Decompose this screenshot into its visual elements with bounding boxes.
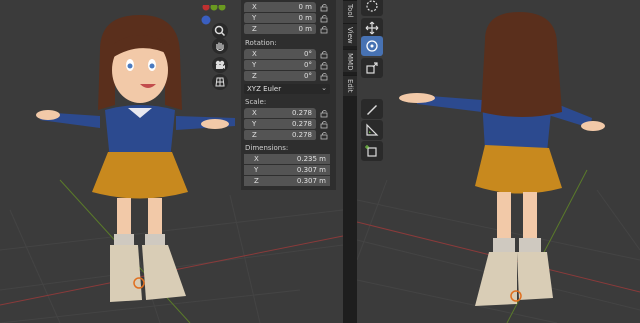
tab-label: Edit: [346, 79, 354, 93]
annotate-icon: [367, 105, 377, 115]
grid-icon: [215, 77, 225, 87]
cursor-tool[interactable]: [361, 0, 383, 16]
axis-label: Z: [252, 25, 257, 33]
field-value: 0.307 m: [296, 177, 326, 185]
perspective-button[interactable]: [212, 74, 228, 90]
rotate-tool[interactable]: [361, 36, 383, 56]
scale-y-field[interactable]: Y 0.278: [244, 119, 316, 129]
tab-label: MMD: [346, 53, 354, 71]
add-cube-tool[interactable]: [361, 141, 383, 161]
character-back-view: [399, 12, 605, 306]
axis-label: Z: [252, 72, 257, 80]
camera-icon: [215, 60, 225, 69]
hand-icon: [216, 42, 224, 52]
rotate-icon: [366, 40, 378, 52]
tab-tool[interactable]: Tool: [343, 0, 357, 23]
tab-view[interactable]: View: [343, 23, 357, 46]
field-value: 0 m: [298, 25, 313, 33]
cursor-icon: [366, 0, 378, 12]
annotate-tool[interactable]: [361, 99, 383, 119]
axis-label: Y: [252, 61, 257, 69]
n-panel: X0 m Y0 m Z0 m Rotation: X 0° Y 0° Z 0° XYZ…: [241, 0, 336, 190]
scale-z-field[interactable]: Z 0.278: [244, 130, 316, 140]
lock-icon[interactable]: [320, 72, 329, 81]
axis-label: X: [252, 109, 257, 117]
rotation-z-field[interactable]: Z 0°: [244, 71, 316, 81]
field-value: 0°: [304, 72, 312, 80]
location-x-field[interactable]: X 0 m: [244, 2, 316, 12]
axis-label: Y: [254, 166, 259, 174]
camera-button[interactable]: [212, 57, 228, 73]
field-value: 0.235 m: [296, 155, 326, 163]
lock-icon[interactable]: [320, 120, 329, 129]
lock-icon[interactable]: [320, 109, 329, 118]
lock-icon[interactable]: [320, 3, 329, 12]
scale-label: Scale:: [245, 98, 267, 106]
tab-edit[interactable]: Edit: [343, 75, 357, 96]
scale-tool[interactable]: [361, 58, 383, 78]
scale-x-field[interactable]: X 0.278: [244, 108, 316, 118]
dimensions-x-field[interactable]: X 0.235 m: [244, 154, 330, 164]
axis-label: X: [254, 155, 259, 163]
magnifier-icon: [214, 25, 226, 37]
lock-icon[interactable]: [320, 50, 329, 59]
field-value: 0.278: [291, 109, 312, 117]
rotation-mode-dropdown[interactable]: XYZ Euler ⌄: [244, 84, 330, 94]
field-value: 0.278: [291, 120, 312, 128]
location-y-field[interactable]: Y 0 m: [244, 13, 316, 23]
field-value: 0°: [304, 61, 312, 69]
move-icon: [365, 21, 379, 35]
field-value: 0 m: [298, 3, 313, 11]
rotation-y-field[interactable]: Y 0°: [244, 60, 316, 70]
field-value: 0.278: [291, 131, 312, 139]
axis-gizmo-z[interactable]: [200, 11, 212, 30]
field-value: 0 m: [298, 14, 313, 22]
zoom-button[interactable]: [212, 23, 228, 39]
dimensions-label: Dimensions:: [245, 144, 289, 152]
sidebar-tabs: Tool View MMD Edit: [343, 0, 357, 323]
tab-label: Tool: [346, 4, 354, 18]
location-z-field[interactable]: Z 0 m: [244, 24, 316, 34]
move-tool[interactable]: [361, 18, 383, 38]
axis-gizmo[interactable]: [188, 0, 228, 11]
measure-icon: [366, 123, 379, 136]
rotation-x-field[interactable]: X 0°: [244, 49, 316, 59]
scale-icon: [366, 62, 378, 74]
rotation-label: Rotation:: [245, 39, 277, 47]
axis-label: Z: [254, 177, 259, 185]
dimensions-y-field[interactable]: Y 0.307 m: [244, 165, 330, 175]
pan-button[interactable]: [212, 38, 228, 54]
tab-mmd[interactable]: MMD: [343, 49, 357, 72]
lock-icon[interactable]: [320, 14, 329, 23]
viewport-right[interactable]: [357, 0, 640, 323]
axis-label: X: [252, 3, 257, 11]
viewport-left[interactable]: X0 m Y0 m Z0 m Rotation: X 0° Y 0° Z 0° XYZ…: [0, 0, 343, 323]
lock-icon[interactable]: [320, 61, 329, 70]
axis-label: Y: [252, 14, 257, 22]
lock-icon[interactable]: [320, 25, 329, 34]
add-cube-icon: [365, 145, 377, 157]
tab-label: View: [346, 27, 354, 44]
dimensions-z-field[interactable]: Z 0.307 m: [244, 176, 330, 186]
axis-label: Y: [252, 120, 257, 128]
field-value: 0°: [304, 50, 312, 58]
measure-tool[interactable]: [361, 120, 383, 140]
dropdown-value: XYZ Euler: [247, 85, 282, 93]
chevron-down-icon: ⌄: [321, 84, 327, 92]
tool-shelf: [359, 0, 385, 165]
axis-label: Z: [252, 131, 257, 139]
lock-icon[interactable]: [320, 131, 329, 140]
axis-label: X: [252, 50, 257, 58]
field-value: 0.307 m: [296, 166, 326, 174]
